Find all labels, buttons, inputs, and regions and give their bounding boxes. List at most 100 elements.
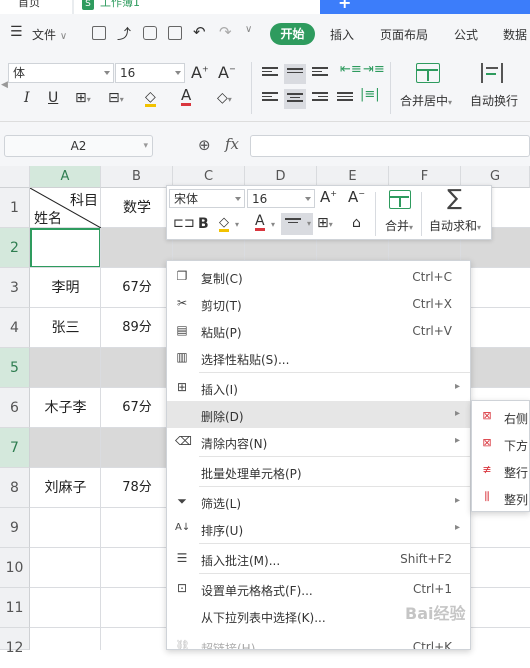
italic-button[interactable]: I — [24, 90, 30, 106]
mini-font-name-select[interactable]: 宋体 — [169, 189, 245, 208]
align-right-icon[interactable] — [312, 92, 328, 104]
link-icon: ⛓ — [175, 639, 191, 650]
menu-item-cut[interactable]: ✂ 剪切(T) Ctrl+X — [167, 290, 470, 317]
menu-formulas[interactable]: 公式 — [454, 26, 478, 43]
tab-home[interactable]: 首页 — [0, 0, 72, 14]
mini-merge-button[interactable]: 合并▾ — [385, 217, 413, 234]
mini-increase-font-icon[interactable]: A+ — [320, 188, 337, 206]
name-box[interactable]: A2 ▾ — [4, 135, 153, 157]
redo-icon[interactable]: ↷ — [219, 23, 232, 41]
zoom-search-icon[interactable]: ⊕ — [198, 136, 211, 154]
ribbon-scroll-left-icon[interactable]: ◀ — [1, 80, 8, 90]
mini-font-color-letter: A — [255, 213, 265, 229]
delete-entire-row[interactable]: ≢ 整行 — [472, 457, 529, 484]
mini-fill-color-icon[interactable]: ◇ — [219, 216, 229, 232]
mini-format-painter-icon[interactable]: ⌂ — [352, 215, 361, 231]
menu-item-filter[interactable]: ⏷ 筛选(L) ▸ — [167, 488, 470, 515]
filter-icon: ⏷ — [177, 494, 187, 508]
fx-icon[interactable]: fx — [225, 135, 239, 153]
row-header-4[interactable]: 4 — [0, 308, 30, 348]
select-all-corner[interactable] — [0, 166, 30, 188]
row-header-1[interactable]: 1 — [0, 188, 30, 228]
menu-item-clear-contents[interactable]: ⌫ 清除内容(N) ▸ — [167, 428, 470, 455]
menu-data[interactable]: 数据 — [503, 26, 527, 43]
submenu-arrow-icon: ▸ — [454, 435, 460, 446]
border-icon[interactable]: ⊞▾ — [75, 90, 91, 106]
font-name-select[interactable]: 体 — [8, 63, 114, 83]
menu-item-copy[interactable]: ❐ 复制(C) Ctrl+C — [167, 263, 470, 290]
menu-item-paste[interactable]: ▤ 粘贴(P) Ctrl+V — [167, 317, 470, 344]
auto-wrap-button[interactable]: 自动换行 — [470, 92, 518, 109]
distributed-align-icon[interactable]: |≡| — [360, 87, 380, 102]
row-header-12[interactable]: 12 — [0, 628, 30, 656]
mini-wrap-icon[interactable]: ⊏⊐ — [173, 216, 195, 231]
align-top-icon[interactable] — [262, 67, 278, 79]
delete-shift-up[interactable]: ⊠ 下方 — [472, 430, 529, 457]
menu-item-sort[interactable]: A↓ 排序(U) ▸ — [167, 515, 470, 542]
row-header-9[interactable]: 9 — [0, 508, 30, 548]
align-middle-icon[interactable] — [284, 64, 306, 84]
menu-item-batch-process[interactable]: 批量处理单元格(P) — [167, 458, 470, 485]
hamburger-icon[interactable]: ☰ — [10, 24, 23, 40]
menu-item-paste-special[interactable]: ▥ 选择性粘贴(S)... — [167, 344, 470, 371]
row-header-2[interactable]: 2 — [0, 228, 30, 268]
mini-decrease-font-icon[interactable]: A− — [348, 188, 365, 206]
clear-format-icon[interactable]: ◇▾ — [217, 90, 232, 106]
row-header-10[interactable]: 10 — [0, 548, 30, 588]
column-header-a[interactable]: A — [30, 166, 101, 188]
row-header-6[interactable]: 6 — [0, 388, 30, 428]
tab-workbook[interactable]: S 工作簿1 — [74, 0, 320, 14]
print-preview-icon[interactable] — [168, 26, 182, 40]
row-header-7[interactable]: 7 — [0, 428, 30, 468]
menu-file[interactable]: 文件 ∨ — [32, 26, 67, 43]
increase-indent-icon[interactable]: ⇥≡ — [363, 62, 385, 77]
increase-font-size-button[interactable]: A+ — [191, 63, 209, 82]
fill-color-icon[interactable]: ◇ — [145, 90, 156, 107]
decrease-indent-icon[interactable]: ⇤≡ — [340, 62, 362, 77]
mini-bold-button[interactable]: B — [198, 216, 209, 232]
decrease-font-label: A — [218, 63, 229, 82]
merge-center-button[interactable]: 合并居中▾ — [400, 92, 452, 109]
new-tab-button[interactable]: + — [320, 0, 530, 14]
delete-shift-left[interactable]: ⊠ 右侧 — [472, 403, 529, 430]
mini-border-icon[interactable]: ⊞▾ — [317, 215, 333, 231]
print-icon[interactable] — [143, 26, 157, 40]
delete-entire-column[interactable]: ⫼ 整列 — [472, 484, 529, 511]
align-bottom-icon[interactable] — [312, 67, 328, 79]
chevron-down-icon[interactable]: ▾ — [271, 220, 275, 229]
export-icon[interactable]: ⤴ — [117, 24, 131, 44]
chevron-down-icon[interactable]: ▾ — [235, 220, 239, 229]
row-header-8[interactable]: 8 — [0, 468, 30, 508]
menu-insert[interactable]: 插入 — [330, 26, 354, 43]
mini-align-center-button[interactable]: ▾ — [281, 213, 313, 235]
mini-font-size-select[interactable]: 16 — [247, 189, 315, 208]
menu-page-layout[interactable]: 页面布局 — [380, 26, 428, 43]
wrap-text-icon[interactable] — [481, 63, 503, 83]
row-header-3[interactable]: 3 — [0, 268, 30, 308]
justify-icon[interactable] — [337, 92, 353, 104]
mini-autosum-button[interactable]: 自动求和▾ — [429, 217, 481, 234]
menu-item-insert-comment[interactable]: ☰ 插入批注(M)... Shift+F2 — [167, 545, 470, 572]
align-left-icon[interactable] — [262, 92, 278, 104]
row-header-11[interactable]: 11 — [0, 588, 30, 628]
merge-center-icon[interactable] — [416, 63, 440, 83]
align-center-icon[interactable] — [284, 89, 306, 109]
formula-input[interactable] — [250, 135, 530, 157]
menu-start-tab[interactable]: 开始 — [270, 23, 315, 45]
more-icon[interactable]: ∨ — [245, 24, 252, 35]
menu-item-format-cells[interactable]: ⊡ 设置单元格格式(F)... Ctrl+1 — [167, 575, 470, 602]
font-color-button[interactable]: A — [181, 88, 192, 106]
undo-icon[interactable]: ↶ — [193, 23, 206, 41]
active-cell-a2[interactable] — [30, 228, 101, 268]
menu-item-delete[interactable]: 删除(D) ▸ — [167, 401, 470, 428]
menu-item-insert[interactable]: ⊞ 插入(I) ▸ — [167, 374, 470, 401]
column-header-b[interactable]: B — [101, 166, 173, 188]
decrease-font-size-button[interactable]: A− — [218, 63, 236, 82]
mini-font-color-button[interactable]: A — [255, 214, 265, 231]
underline-button[interactable]: U — [48, 90, 58, 106]
font-size-select[interactable]: 16 — [115, 63, 185, 83]
merge-center-label: 合并居中 — [400, 94, 449, 108]
row-header-5[interactable]: 5 — [0, 348, 30, 388]
save-icon[interactable] — [92, 26, 106, 40]
conditional-format-icon[interactable]: ⊟▾ — [108, 90, 124, 106]
